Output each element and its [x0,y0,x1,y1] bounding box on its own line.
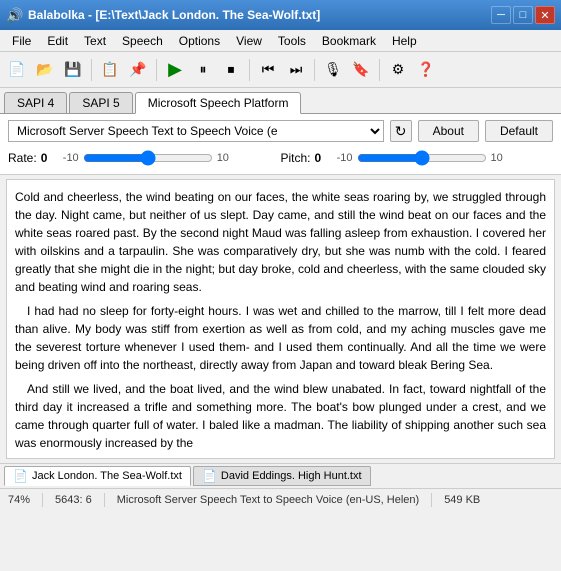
menu-view[interactable]: View [228,32,270,50]
status-sep-2 [104,493,105,507]
doc-tab-0[interactable]: 📄 Jack London. The Sea-Wolf.txt [4,466,191,486]
doc-tabs: 📄 Jack London. The Sea-Wolf.txt 📄 David Edd… [0,463,561,488]
text-paragraph: I had had no sleep for forty-eight hours… [15,302,546,374]
paste-button[interactable]: 📌 [125,57,151,83]
tab-sapi4[interactable]: SAPI 4 [4,92,67,113]
doc-tab-icon-1: 📄 [202,469,217,483]
text-paragraph: And still we lived, and the boat lived, … [15,380,546,452]
tab-msp[interactable]: Microsoft Speech Platform [135,92,302,114]
menu-bar: File Edit Text Speech Options View Tools… [0,30,561,52]
pitch-slider[interactable] [357,150,487,166]
toolbar-sep-4 [314,59,315,81]
default-button[interactable]: Default [485,120,553,142]
record-button[interactable]: 🎙 [320,57,346,83]
text-paragraph: Cold and cheerless, the wind beating on … [15,188,546,296]
pitch-min: -10 [333,152,353,164]
toolbar-sep-1 [91,59,92,81]
rewind-button[interactable]: ⏮ [255,57,281,83]
menu-help[interactable]: Help [384,32,425,50]
status-sep-1 [42,493,43,507]
help-toolbar-button[interactable]: ❓ [413,57,439,83]
voice-select[interactable]: Microsoft Server Speech Text to Speech V… [8,120,384,142]
status-position: 5643: 6 [55,494,92,506]
maximize-button[interactable]: □ [513,6,533,24]
pitch-value: 0 [315,151,329,165]
play-button[interactable]: ▶ [162,57,188,83]
status-bar: 74% 5643: 6 Microsoft Server Speech Text… [0,488,561,510]
pitch-group: Pitch: 0 -10 10 [281,150,554,166]
status-sep-3 [431,493,432,507]
doc-tab-icon-0: 📄 [13,469,28,483]
voice-panel: Microsoft Server Speech Text to Speech V… [0,114,561,175]
status-voice: Microsoft Server Speech Text to Speech V… [117,494,419,506]
tab-sapi5[interactable]: SAPI 5 [69,92,132,113]
pause-button[interactable]: ⏸ [190,57,216,83]
pitch-max: 10 [491,152,511,164]
sliders-row: Rate: 0 -10 10 Pitch: 0 -10 10 [8,148,553,168]
rate-slider[interactable] [83,150,213,166]
tts-tabs: SAPI 4 SAPI 5 Microsoft Speech Platform [0,88,561,114]
rate-label: Rate: [8,151,37,165]
rate-value: 0 [41,151,55,165]
menu-speech[interactable]: Speech [114,32,171,50]
title-bar: 🔊 Balabolka - [E:\Text\Jack London. The … [0,0,561,30]
toolbar: 📄 📂 💾 📋 📌 ▶ ⏸ ⏹ ⏮ ⏭ 🎙 🔖 ⚙ ❓ [0,52,561,88]
bookmark-button[interactable]: 🔖 [348,57,374,83]
doc-tab-label-0: Jack London. The Sea-Wolf.txt [32,470,182,482]
doc-tab-1[interactable]: 📄 David Eddings. High Hunt.txt [193,466,371,486]
rate-max: 10 [217,152,237,164]
title-bar-buttons: ─ □ ✕ [491,6,555,24]
settings-button[interactable]: ⚙ [385,57,411,83]
menu-tools[interactable]: Tools [270,32,314,50]
title-bar-text: Balabolka - [E:\Text\Jack London. The Se… [28,8,491,22]
toolbar-sep-2 [156,59,157,81]
stop-button[interactable]: ⏹ [218,57,244,83]
close-button[interactable]: ✕ [535,6,555,24]
app-icon: 🔊 [6,7,22,23]
about-button[interactable]: About [418,120,479,142]
minimize-button[interactable]: ─ [491,6,511,24]
status-zoom: 74% [8,494,30,506]
toolbar-sep-5 [379,59,380,81]
forward-button[interactable]: ⏭ [283,57,309,83]
main-text-area[interactable]: Cold and cheerless, the wind beating on … [6,179,555,459]
doc-tab-label-1: David Eddings. High Hunt.txt [221,470,362,482]
copy-button[interactable]: 📋 [97,57,123,83]
voice-row: Microsoft Server Speech Text to Speech V… [8,120,553,142]
menu-options[interactable]: Options [171,32,228,50]
open-button[interactable]: 📂 [32,57,58,83]
menu-file[interactable]: File [4,32,39,50]
rate-min: -10 [59,152,79,164]
menu-text[interactable]: Text [76,32,114,50]
pitch-label: Pitch: [281,151,311,165]
menu-edit[interactable]: Edit [39,32,76,50]
new-button[interactable]: 📄 [4,57,30,83]
status-filesize: 549 KB [444,494,480,506]
toolbar-sep-3 [249,59,250,81]
refresh-button[interactable]: ↻ [390,120,412,142]
menu-bookmark[interactable]: Bookmark [314,32,384,50]
save-button[interactable]: 💾 [60,57,86,83]
rate-group: Rate: 0 -10 10 [8,150,281,166]
